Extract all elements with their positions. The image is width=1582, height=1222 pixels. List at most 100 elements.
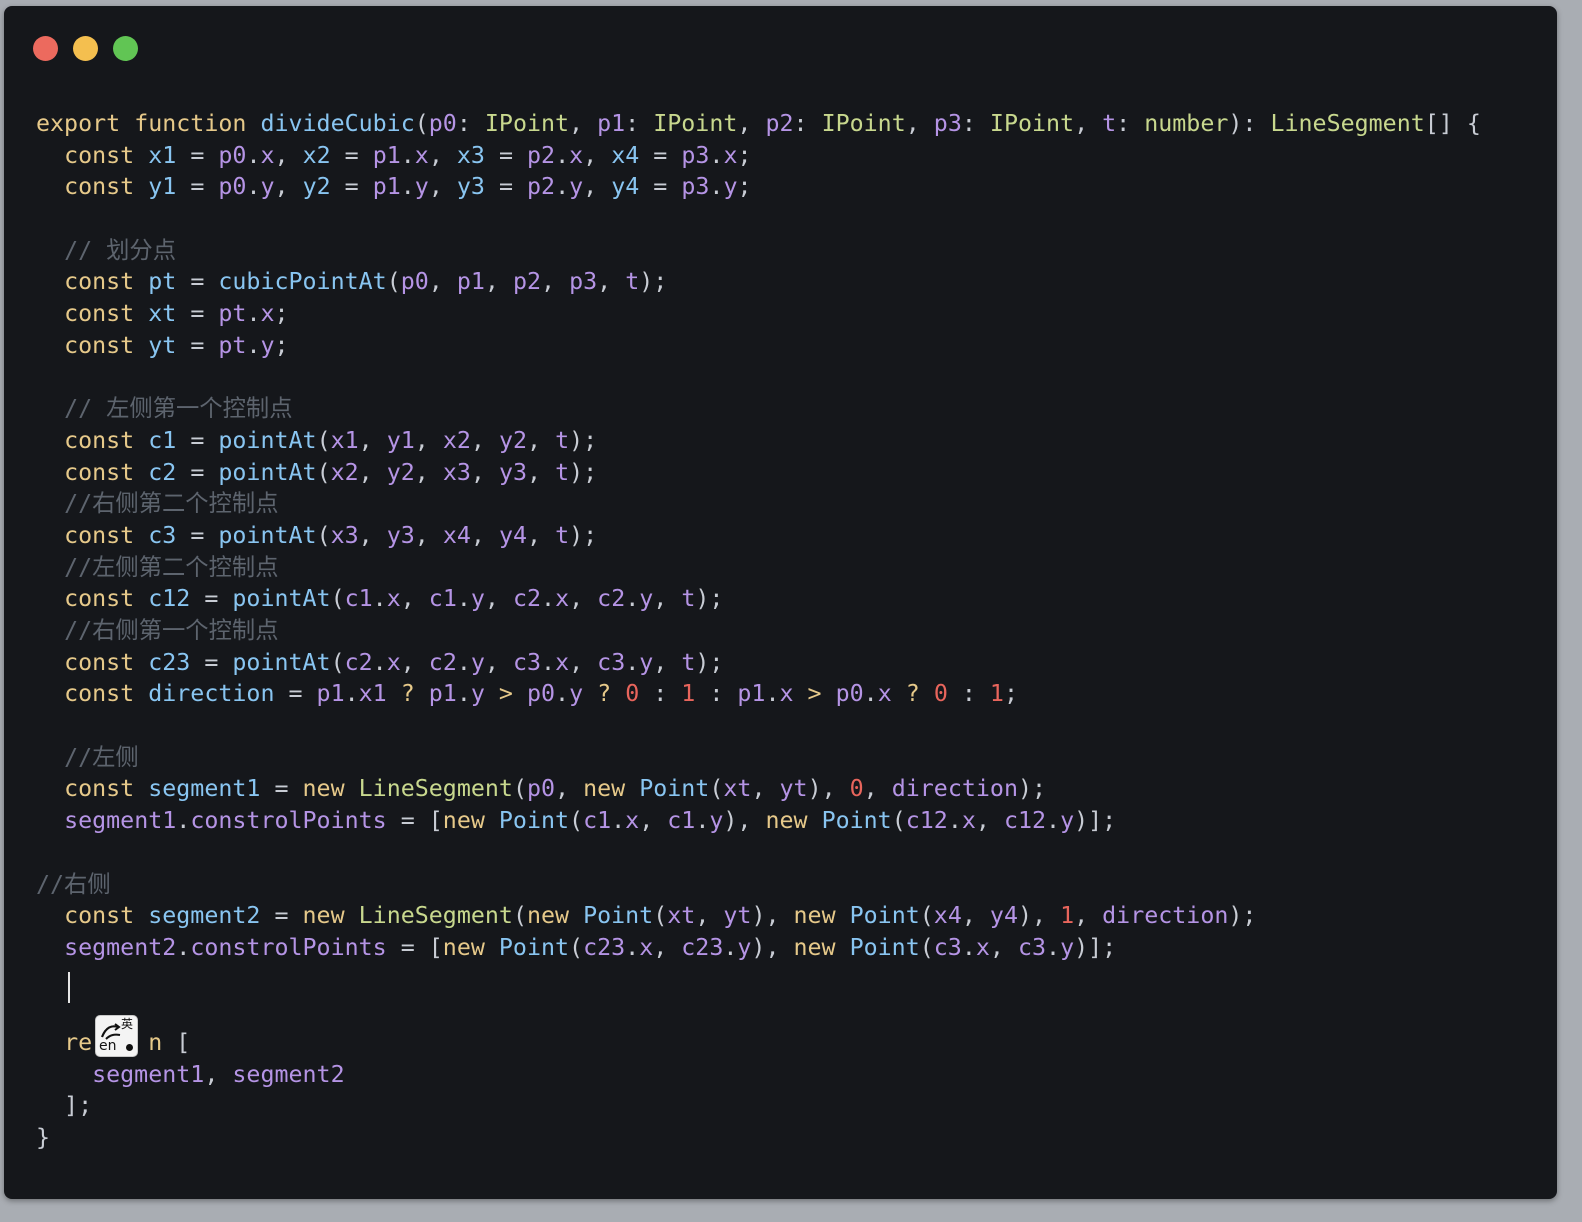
code-token: . — [625, 585, 640, 613]
maximize-button[interactable] — [113, 36, 138, 61]
code-token: [ — [428, 933, 443, 961]
code-token: c2 — [148, 458, 177, 486]
code-token: x2 — [442, 426, 471, 454]
code-token: = — [484, 173, 528, 201]
code-token: const — [64, 300, 135, 328]
code-token: 0 — [625, 680, 640, 708]
code-token: c3 — [933, 933, 962, 961]
code-token: c1 — [667, 807, 696, 835]
code-token: pointAt — [232, 648, 331, 676]
code-token: // 划分点 — [64, 236, 177, 264]
code-token: p3 — [569, 268, 598, 296]
code-token: x — [723, 141, 738, 169]
close-button[interactable] — [33, 36, 58, 61]
code-editor[interactable]: export function divideCubic(p0: IPoint, … — [36, 108, 1481, 1154]
code-token: ); — [569, 458, 598, 486]
code-token: new — [765, 807, 808, 835]
code-token: c23 — [148, 648, 191, 676]
code-token: ), — [751, 933, 794, 961]
code-line: const x1 = p0.x, x2 = p1.x, x3 = p2.x, x… — [36, 140, 1481, 172]
code-token: ( — [386, 268, 401, 296]
code-token: c2 — [512, 585, 542, 613]
code-token: = — [260, 902, 303, 930]
code-token: yt — [779, 775, 808, 803]
code-token: = — [176, 173, 219, 201]
code-token: ( — [330, 585, 345, 613]
code-token: , — [484, 268, 513, 296]
code-token: , — [414, 521, 443, 549]
code-token: c12 — [1003, 807, 1047, 835]
code-token: x — [877, 680, 892, 708]
code-token: //左侧 — [64, 743, 139, 771]
code-token: segment2 — [148, 902, 261, 930]
code-token: p2 — [527, 173, 556, 201]
code-token: . — [1046, 807, 1061, 835]
code-token: xt — [148, 300, 177, 328]
code-token: IPoint — [653, 110, 738, 137]
code-token: new — [526, 902, 570, 930]
code-token: const — [64, 680, 135, 708]
code-token: : — [695, 680, 738, 708]
code-token: IPoint — [821, 110, 906, 137]
code-line: // 左侧第一个控制点 — [36, 393, 1481, 425]
code-line: const segment1 = new LineSegment(p0, new… — [36, 773, 1481, 805]
code-token: c12 — [148, 585, 191, 613]
code-token: new — [442, 807, 485, 835]
code-token: y4 — [498, 521, 528, 549]
code-token: , — [470, 426, 499, 454]
code-token: . — [1046, 933, 1061, 961]
code-token: const — [64, 521, 135, 549]
code-token: p2 — [512, 268, 542, 296]
code-token: yt — [723, 902, 752, 930]
code-token: x — [555, 585, 570, 613]
code-token: y4 — [611, 173, 640, 201]
code-token: . — [372, 648, 387, 676]
code-token: : — [456, 110, 485, 137]
code-token: : — [793, 110, 822, 137]
code-token: pointAt — [218, 521, 317, 549]
code-token: , — [1074, 110, 1103, 137]
code-token: Point — [583, 902, 654, 930]
code-token: p0 — [526, 680, 556, 708]
code-token: p3 — [681, 141, 710, 169]
code-token: const — [64, 141, 135, 169]
code-token: c1 — [428, 585, 457, 613]
code-token: y — [470, 648, 485, 676]
code-token: . — [456, 585, 471, 613]
code-token: t — [555, 458, 570, 486]
code-line: const c12 = pointAt(c1.x, c1.y, c2.x, c2… — [36, 583, 1481, 615]
code-token: . — [625, 648, 640, 676]
minimize-button[interactable] — [73, 36, 98, 61]
code-token: c3 — [148, 521, 177, 549]
code-token: , — [204, 1060, 233, 1088]
code-token: y — [569, 680, 584, 708]
code-token: n — [148, 1028, 163, 1056]
code-token: p1 — [316, 680, 345, 708]
code-token: y3 — [498, 458, 528, 486]
code-token: = — [190, 648, 233, 676]
code-window: export function divideCubic(p0: IPoint, … — [4, 6, 1557, 1199]
code-token: . — [555, 141, 570, 169]
code-token: x3 — [330, 521, 359, 549]
code-token: , — [639, 807, 668, 835]
code-token: y — [1060, 933, 1075, 961]
code-token: ), — [751, 902, 794, 930]
code-token: ( — [891, 807, 906, 835]
input-method-indicator[interactable]: 英 en — [95, 1015, 138, 1057]
code-token: y2 — [302, 173, 331, 201]
code-token: . — [176, 933, 191, 961]
code-token: c3 — [512, 648, 542, 676]
